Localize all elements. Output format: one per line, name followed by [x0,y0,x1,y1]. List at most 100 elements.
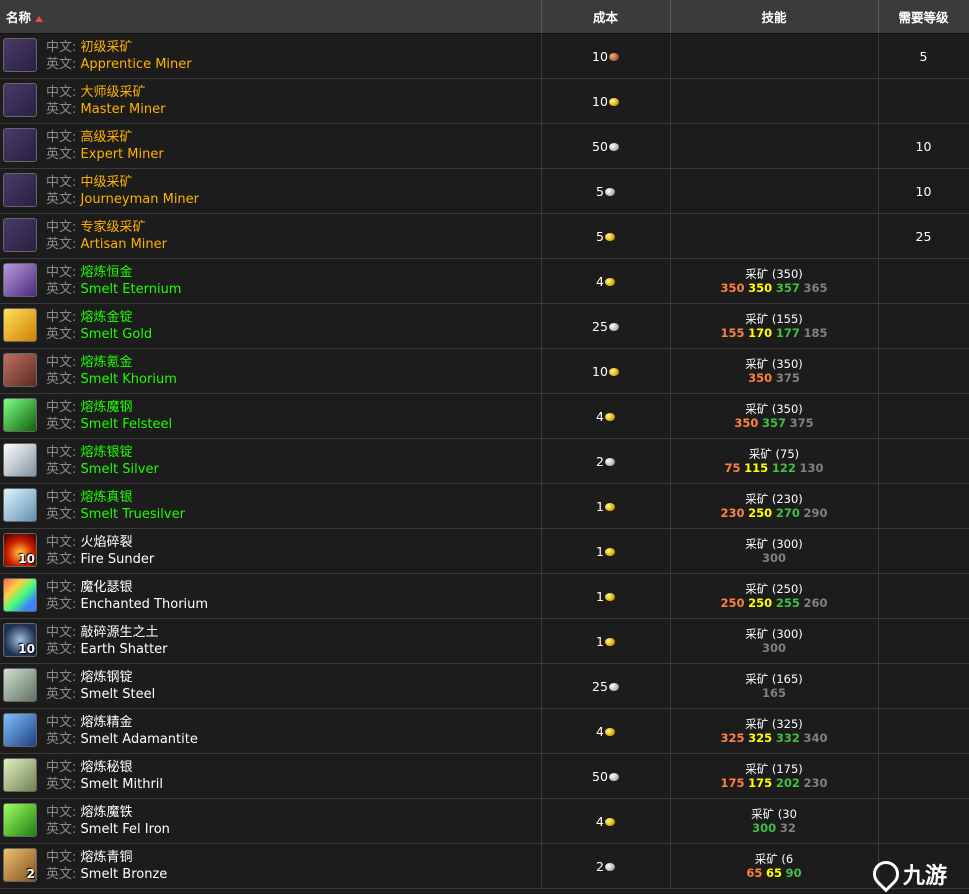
recipe-name-en[interactable]: Smelt Fel Iron [81,822,170,837]
table-row[interactable]: 中文: 熔炼金锭 英文: Smelt Gold 25 采矿 (155) 155 170 … [0,303,969,349]
silver-bar-icon[interactable] [3,443,37,477]
skill-level-orange: 350 [720,281,745,295]
recipe-name-en[interactable]: Smelt Adamantite [81,732,198,747]
recipe-name-cn[interactable]: 熔炼恒金 [81,265,133,280]
fel-iron-bar-icon[interactable] [3,803,37,837]
eternium-bar-icon[interactable] [3,263,37,297]
cn-label: 中文: [46,580,77,595]
truesilver-bar-icon[interactable] [3,488,37,522]
table-row[interactable]: 中文: 熔炼真银 英文: Smelt Truesilver 1 采矿 (230) 230… [0,483,969,529]
column-header-skill[interactable]: 技能 [670,0,879,34]
skill-cell: 采矿 (30 300 32 [670,798,879,844]
column-header-name[interactable]: 名称 [0,0,542,34]
earth-icon[interactable]: 10 [3,623,37,657]
recipe-name-cn[interactable]: 熔炼魔铁 [81,805,133,820]
skill-requirement: 采矿 (30 [751,807,797,821]
recipe-name-en[interactable]: Master Miner [81,102,166,117]
silver-coin-icon [608,683,619,691]
recipe-name-cn[interactable]: 熔炼真银 [81,490,133,505]
table-row[interactable]: 10 中文: 火焰碎裂 英文: Fire Sunder 1 采矿 (300) 300 [0,528,969,574]
enchanted-thorium-bar-icon[interactable] [3,578,37,612]
pickaxe-icon[interactable] [3,128,37,162]
recipe-name-cn[interactable]: 大师级采矿 [81,85,146,100]
recipe-name-cn[interactable]: 专家级采矿 [81,220,146,235]
recipe-name-en[interactable]: Fire Sunder [81,552,155,567]
table-row[interactable]: 中文: 初级采矿 英文: Apprentice Miner 10 5 [0,33,969,79]
adamantite-bar-icon[interactable] [3,713,37,747]
recipe-name-cn[interactable]: 初级采矿 [81,40,133,55]
table-row[interactable]: 中文: 熔炼恒金 英文: Smelt Eternium 4 采矿 (350) 350 3… [0,258,969,304]
recipe-name-cn[interactable]: 熔炼金锭 [81,310,133,325]
column-header-level[interactable]: 需要等级 [878,0,969,34]
recipe-name-cn[interactable]: 熔炼氪金 [81,355,133,370]
felsteel-bar-icon[interactable] [3,398,37,432]
recipe-name-en[interactable]: Smelt Truesilver [81,507,185,522]
bronze-bar-icon[interactable]: 2 [3,848,37,882]
recipe-name-cn[interactable]: 熔炼青铜 [81,850,133,865]
pickaxe-icon[interactable] [3,173,37,207]
cost-value: 10 [592,363,608,379]
khorium-bar-icon[interactable] [3,353,37,387]
recipe-name-en[interactable]: Apprentice Miner [81,57,192,72]
table-row[interactable]: 中文: 中级采矿 英文: Journeyman Miner 5 10 [0,168,969,214]
recipe-name-en[interactable]: Smelt Bronze [81,867,168,882]
recipe-name-cn[interactable]: 魔化瑟银 [81,580,133,595]
column-header-cost[interactable]: 成本 [541,0,671,34]
table-row[interactable]: 中文: 大师级采矿 英文: Master Miner 10 [0,78,969,124]
table-row[interactable]: 中文: 魔化瑟银 英文: Enchanted Thorium 1 采矿 (250) 25… [0,573,969,619]
recipe-name-en[interactable]: Smelt Gold [81,327,153,342]
recipe-name-cn[interactable]: 敲碎源生之土 [81,625,159,640]
fire-icon[interactable]: 10 [3,533,37,567]
recipe-name-cn[interactable]: 中级采矿 [81,175,133,190]
en-label: 英文: [46,642,77,657]
table-row[interactable]: 中文: 熔炼银锭 英文: Smelt Silver 2 采矿 (75) 75 115 1… [0,438,969,484]
recipe-name-cn[interactable]: 高级采矿 [81,130,133,145]
steel-bar-icon[interactable] [3,668,37,702]
recipe-name-en[interactable]: Artisan Miner [81,237,167,252]
gold-coin-icon [604,278,615,286]
table-row[interactable]: 中文: 专家级采矿 英文: Artisan Miner 5 25 [0,213,969,259]
recipe-name-cn[interactable]: 熔炼秘银 [81,760,133,775]
skill-level-grey: 375 [775,371,800,385]
recipe-name-en[interactable]: Smelt Khorium [81,372,177,387]
recipe-name-en[interactable]: Enchanted Thorium [81,597,209,612]
mithril-bar-icon[interactable] [3,758,37,792]
recipe-name-cn[interactable]: 熔炼魔钢 [81,400,133,415]
cost-cell: 10 [541,348,671,394]
table-row[interactable]: 中文: 熔炼精金 英文: Smelt Adamantite 4 采矿 (325) 325… [0,708,969,754]
table-row[interactable]: 中文: 熔炼魔钢 英文: Smelt Felsteel 4 采矿 (350) 350 3… [0,393,969,439]
table-row[interactable]: 中文: 熔炼钢锭 英文: Smelt Steel 25 采矿 (165) 165 [0,663,969,709]
table-row[interactable]: 中文: 熔炼魔铁 英文: Smelt Fel Iron 4 采矿 (30 300 32 [0,798,969,844]
en-label: 英文: [46,732,77,747]
gold-bar-icon[interactable] [3,308,37,342]
recipe-name-en[interactable]: Earth Shatter [81,642,168,657]
level-cell [878,798,969,844]
recipe-name-cn[interactable]: 熔炼银锭 [81,445,133,460]
skill-level-grey: 230 [803,776,828,790]
recipe-name-cn[interactable]: 火焰碎裂 [81,535,133,550]
recipe-name-en[interactable]: Smelt Steel [81,687,156,702]
pickaxe-icon[interactable] [3,38,37,72]
skill-requirement: 采矿 (350) [745,357,803,371]
table-row[interactable]: 中文: 熔炼秘银 英文: Smelt Mithril 50 采矿 (175) 175 1… [0,753,969,799]
cost-value: 10 [592,48,608,64]
recipe-name-cn[interactable]: 熔炼钢锭 [81,670,133,685]
gold-coin-icon [604,638,615,646]
recipe-name-en[interactable]: Expert Miner [81,147,164,162]
recipe-name-cn[interactable]: 熔炼精金 [81,715,133,730]
recipe-name-en[interactable]: Smelt Felsteel [81,417,173,432]
pickaxe-icon[interactable] [3,83,37,117]
skill-level-green: 332 [775,731,800,745]
pickaxe-icon[interactable] [3,218,37,252]
table-row[interactable]: 10 中文: 敲碎源生之土 英文: Earth Shatter 1 采矿 (300) 3… [0,618,969,664]
table-row[interactable]: 中文: 高级采矿 英文: Expert Miner 50 10 [0,123,969,169]
en-label: 英文: [46,822,77,837]
recipe-name-en[interactable]: Journeyman Miner [81,192,200,207]
recipe-names: 中文: 高级采矿 英文: Expert Miner [46,129,164,163]
table-row[interactable]: 中文: 熔炼氪金 英文: Smelt Khorium 10 采矿 (350) 350 3… [0,348,969,394]
cost-value: 1 [596,498,604,514]
recipe-name-en[interactable]: Smelt Mithril [81,777,164,792]
table-row[interactable]: 2 中文: 熔炼青铜 英文: Smelt Bronze 2 采矿 (6 65 65 90 [0,843,969,889]
recipe-name-en[interactable]: Smelt Silver [81,462,159,477]
recipe-name-en[interactable]: Smelt Eternium [81,282,182,297]
